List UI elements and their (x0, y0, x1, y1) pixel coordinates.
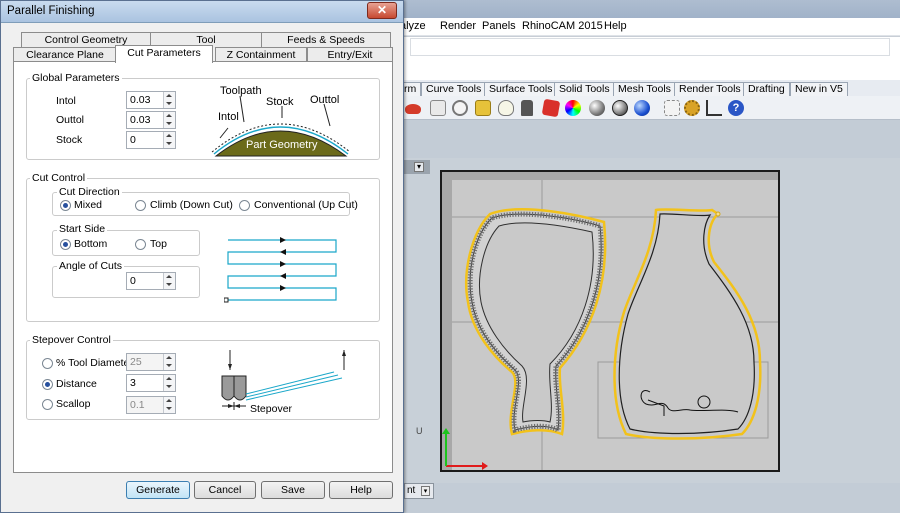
distance-label[interactable]: Distance (56, 378, 97, 390)
help-icon[interactable]: ? (728, 100, 744, 116)
gear-icon[interactable] (684, 100, 700, 116)
sphere-grey-icon[interactable] (589, 100, 605, 116)
stock-label: Stock (56, 134, 83, 146)
diagram-toolpath-label: Toolpath (220, 85, 262, 97)
toolbar-tab-new-in-v5[interactable]: New in V5 (790, 82, 848, 96)
cut-parameters-panel: Global Parameters Intol 0.03 Outtol 0.03… (13, 61, 393, 473)
circle-icon[interactable] (452, 100, 468, 116)
help-button[interactable]: Help (329, 481, 393, 499)
cut-control-label: Cut Control (30, 172, 88, 184)
angle-of-cuts-label: Angle of Cuts (57, 260, 125, 272)
stock-input[interactable]: 0 (126, 131, 176, 149)
viewport-tab-dropdown-icon[interactable]: ▾ (421, 486, 430, 496)
conventional-label[interactable]: Conventional (Up Cut) (254, 199, 358, 211)
diagram-intol-label: Intol (218, 111, 239, 123)
toolbar-tab-curve-tools[interactable]: Curve Tools (421, 82, 487, 96)
angle-of-cuts-input[interactable]: 0 (126, 272, 176, 290)
object-icon[interactable] (475, 100, 491, 116)
cut-direction-label: Cut Direction (57, 186, 122, 198)
parallel-finishing-dialog: Parallel Finishing ✕ Control Geometry To… (0, 0, 404, 513)
global-parameters-label: Global Parameters (30, 72, 122, 84)
bottom-radio[interactable] (60, 239, 71, 250)
climb-label[interactable]: Climb (Down Cut) (150, 199, 233, 211)
spinner-arrows-icon[interactable] (163, 132, 175, 148)
top-label[interactable]: Top (150, 238, 167, 250)
stepover-control-label: Stepover Control (30, 334, 113, 346)
start-side-label: Start Side (57, 223, 108, 235)
app-menu-bar: alyze Render Panels RhinoCAM 2015 Help (400, 18, 900, 36)
outtol-label: Outtol (56, 114, 85, 126)
scallop-input[interactable]: 0.1 (126, 396, 176, 414)
tool-diameter-radio[interactable] (42, 358, 53, 369)
toolbar-tab-render-tools[interactable]: Render Tools (674, 82, 746, 96)
select-icon[interactable] (664, 100, 680, 116)
toolbar-tab-mesh-tools[interactable]: Mesh Tools (613, 82, 676, 96)
tool-diameter-input[interactable]: 25 (126, 353, 176, 371)
intol-input[interactable]: 0.03 (126, 91, 176, 109)
viewport-top[interactable] (440, 170, 780, 472)
toolbar-tab-drafting[interactable]: Drafting (743, 82, 790, 96)
viewport-canvas (442, 172, 778, 470)
sphere-wire-icon[interactable] (612, 100, 628, 116)
tab-cut-parameters[interactable]: Cut Parameters (115, 45, 213, 63)
save-button[interactable]: Save (261, 481, 325, 499)
scallop-radio[interactable] (42, 399, 53, 410)
spinner-arrows-icon[interactable] (163, 92, 175, 108)
toolbar-tab-surface-tools[interactable]: Surface Tools (484, 82, 558, 96)
dialog-title: Parallel Finishing (7, 5, 95, 17)
menu-render[interactable]: Render (440, 20, 476, 32)
stepover-diagram-label: Stepover (250, 403, 293, 415)
intol-label: Intol (56, 95, 76, 107)
scallop-label[interactable]: Scallop (56, 398, 90, 410)
tab-feeds-speeds[interactable]: Feeds & Speeds (261, 32, 391, 48)
spinner-arrows-icon[interactable] (163, 273, 175, 289)
conventional-radio[interactable] (239, 200, 250, 211)
cancel-button[interactable]: Cancel (194, 481, 256, 499)
mixed-radio[interactable] (60, 200, 71, 211)
distance-radio[interactable] (42, 379, 53, 390)
toolbar-tab-strip: rm Curve Tools Surface Tools Solid Tools… (400, 80, 900, 97)
sphere-blue-icon[interactable] (634, 100, 650, 116)
spinner-arrows-icon[interactable] (163, 112, 175, 128)
axis-u-label: U (416, 426, 423, 436)
dimension-icon[interactable] (706, 100, 722, 116)
lock-icon[interactable] (521, 100, 533, 116)
toolbar-tab-solid-tools[interactable]: Solid Tools (554, 82, 615, 96)
bottom-label[interactable]: Bottom (74, 238, 107, 250)
spinner-arrows-icon[interactable] (163, 354, 175, 370)
close-button[interactable]: ✕ (367, 2, 397, 19)
light-bulb-icon[interactable] (498, 100, 514, 116)
generate-button[interactable]: Generate (126, 481, 190, 499)
distance-input[interactable]: 3 (126, 374, 176, 392)
viewport-dropdown-icon[interactable]: ▾ (414, 162, 424, 172)
palette-icon[interactable] (430, 100, 446, 116)
tool-diameter-label[interactable]: % Tool Diameter (56, 357, 133, 369)
diagram-outtol-label: Outtol (310, 94, 340, 106)
spinner-arrows-icon[interactable] (163, 397, 175, 413)
menu-panels[interactable]: Panels (482, 20, 516, 32)
climb-radio[interactable] (135, 200, 146, 211)
top-radio[interactable] (135, 239, 146, 250)
color-wheel-icon[interactable] (565, 100, 581, 116)
paint-bucket-icon[interactable] (541, 98, 561, 118)
menu-help[interactable]: Help (604, 20, 627, 32)
mixed-label[interactable]: Mixed (74, 199, 102, 211)
cut-pattern-diagram (224, 237, 337, 303)
menu-rhinocam[interactable]: RhinoCAM 2015 (522, 20, 603, 32)
spinner-arrows-icon[interactable] (163, 375, 175, 391)
dialog-title-bar[interactable]: Parallel Finishing ✕ (1, 1, 403, 23)
diagram-stock-label: Stock (266, 96, 294, 108)
command-input[interactable] (410, 38, 890, 56)
outtol-input[interactable]: 0.03 (126, 111, 176, 129)
diagram-part-geometry-label: Part Geometry (246, 139, 318, 151)
render-car-icon[interactable] (405, 104, 421, 114)
